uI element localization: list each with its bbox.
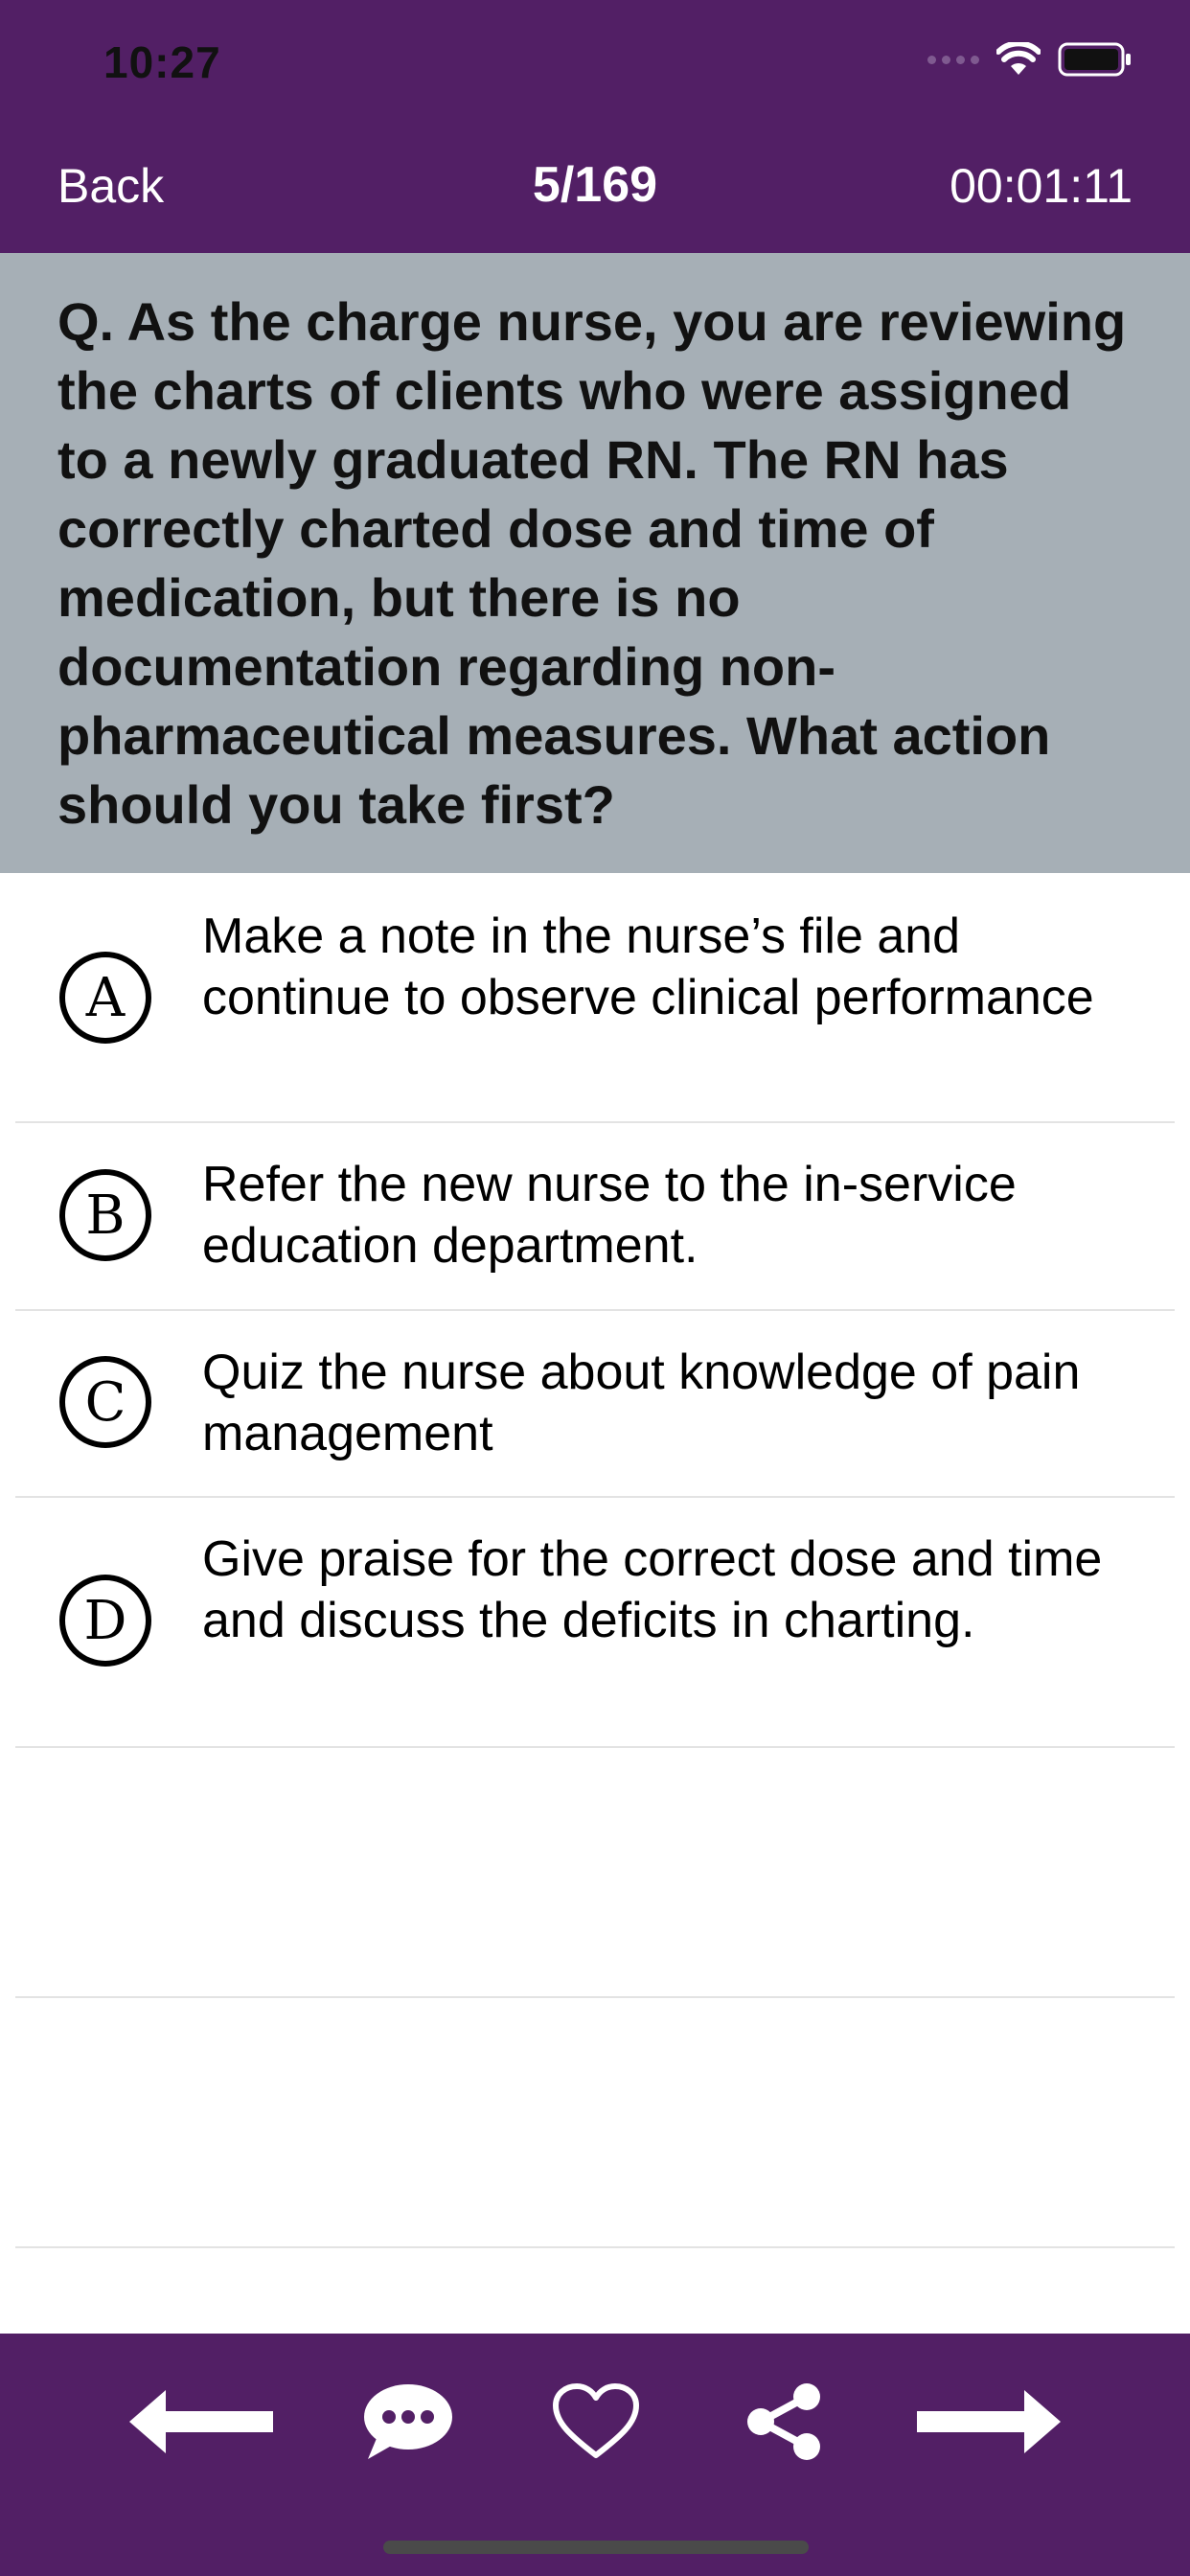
question-text: Q. As the charge nurse, you are reviewin… (0, 253, 1190, 873)
cellular-signal-icon (927, 55, 979, 64)
arrow-left-icon (129, 2390, 273, 2453)
battery-icon (1058, 42, 1131, 77)
status-time: 10:27 (103, 37, 221, 87)
arrow-right-icon (917, 2390, 1061, 2453)
share-button[interactable] (736, 2374, 832, 2470)
option-d[interactable]: D Give praise for the correct dose and t… (15, 1498, 1175, 1748)
elapsed-timer: 00:01:11 (950, 159, 1133, 213)
option-c-text: Quiz the nurse about knowledge of pain m… (202, 1345, 1081, 1461)
back-button[interactable]: Back (57, 158, 164, 214)
comment-icon (364, 2384, 452, 2459)
favorite-button[interactable] (548, 2374, 644, 2470)
heart-icon (553, 2383, 639, 2458)
option-c[interactable]: C Quiz the nurse about knowledge of pain… (15, 1311, 1175, 1498)
home-indicator (383, 2541, 809, 2554)
empty-row (15, 1748, 1175, 1998)
option-a[interactable]: A Make a note in the nurse’s file and co… (15, 873, 1175, 1123)
option-letter-b: B (59, 1169, 151, 1261)
option-letter-c: C (59, 1356, 151, 1448)
option-letter-d: D (59, 1575, 151, 1667)
previous-button[interactable] (125, 2374, 278, 2470)
empty-row (15, 1998, 1175, 2248)
option-d-text: Give praise for the correct dose and tim… (202, 1531, 1103, 1648)
option-b[interactable]: B Refer the new nurse to the in-service … (15, 1123, 1175, 1311)
share-icon (747, 2383, 820, 2460)
next-button[interactable] (912, 2374, 1065, 2470)
header-bar: 10:27 Back 5/169 00:01:11 (0, 0, 1190, 253)
option-letter-a: A (59, 952, 151, 1044)
option-b-text: Refer the new nurse to the in-service ed… (202, 1157, 1017, 1274)
wifi-icon (996, 42, 1041, 75)
question-counter: 5/169 (532, 157, 658, 213)
option-a-text: Make a note in the nurse’s file and cont… (202, 908, 1094, 1025)
comment-button[interactable] (360, 2374, 456, 2470)
status-icons (927, 42, 1133, 77)
